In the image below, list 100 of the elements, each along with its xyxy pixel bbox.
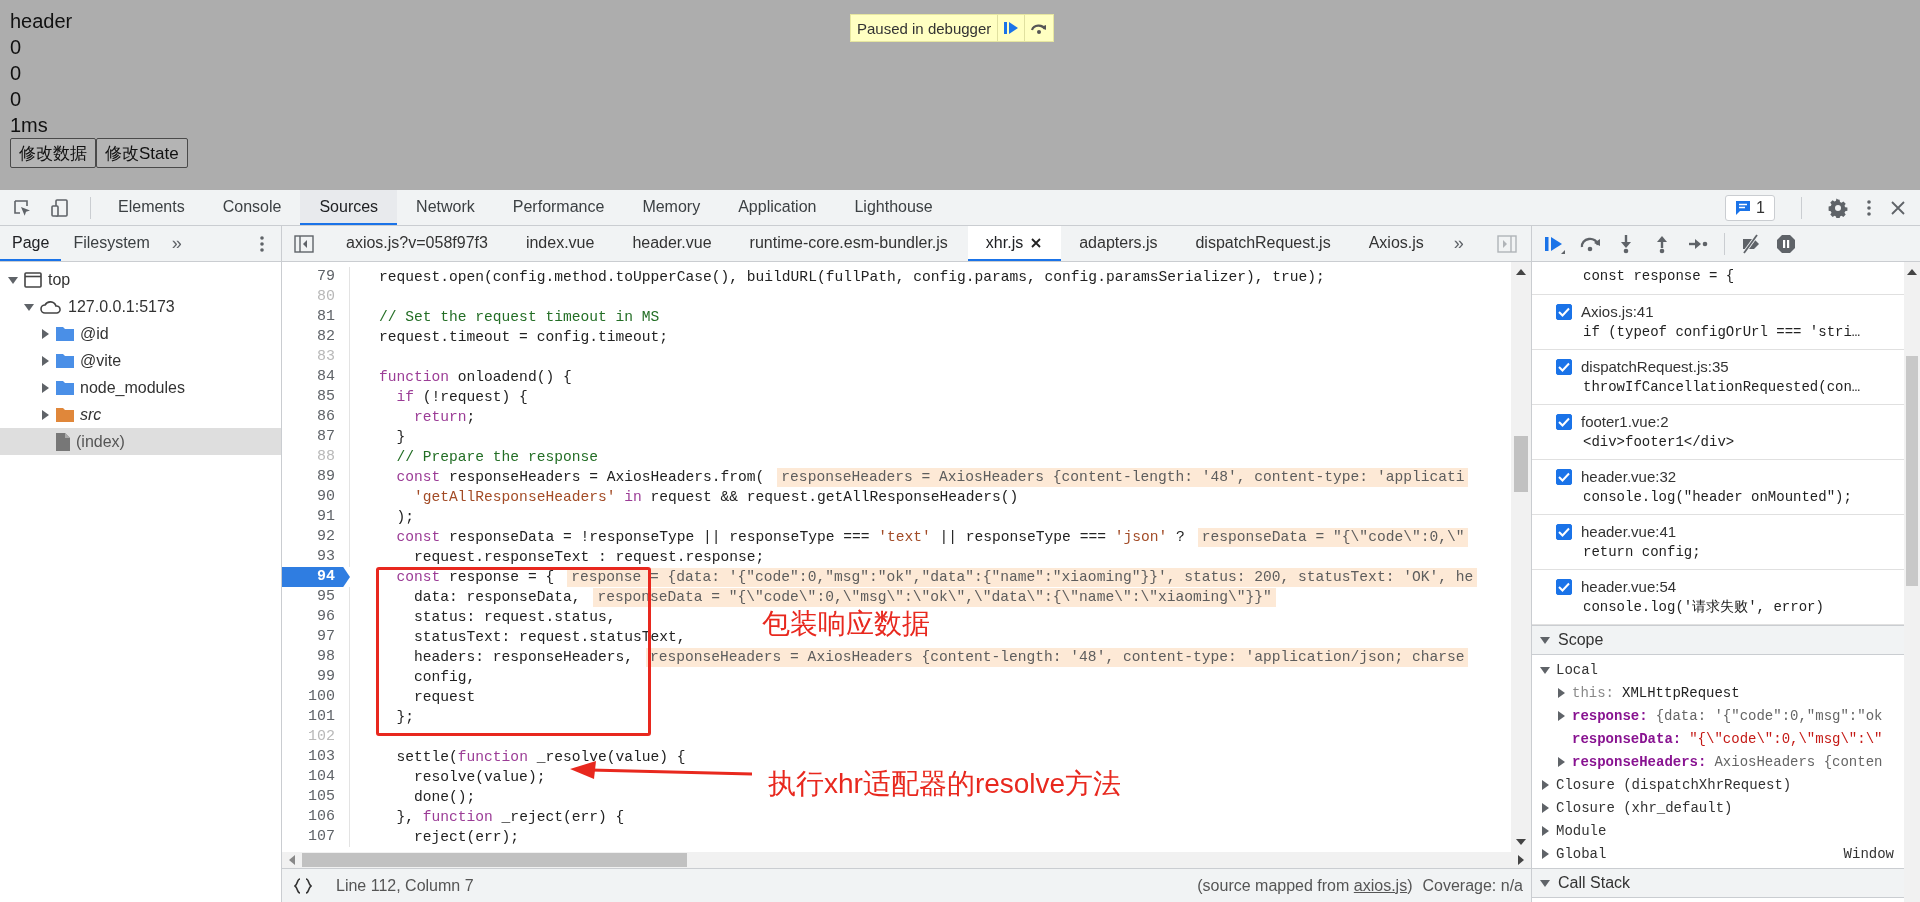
- collapsed-triangle-icon[interactable]: [1540, 848, 1550, 859]
- collapsed-triangle-icon[interactable]: [1556, 687, 1566, 698]
- close-icon[interactable]: [1031, 237, 1042, 248]
- file-tab[interactable]: dispatchRequest.js: [1177, 226, 1351, 261]
- tree-item[interactable]: @vite: [0, 347, 281, 374]
- window-icon: [24, 271, 42, 288]
- sidebar-toggle-icon[interactable]: [294, 234, 314, 253]
- panel-tab[interactable]: Console: [203, 190, 301, 225]
- code-line: request.open(config.method.toUpperCase(), buildURL(fullPath, config.params, config.paramsSerializer), true);: [379, 268, 1325, 287]
- tree-item[interactable]: (index): [0, 428, 281, 455]
- file-tab[interactable]: Axios.js: [1350, 226, 1444, 261]
- breakpoint-location[interactable]: Axios.js:41: [1581, 303, 1654, 320]
- scrollbar-thumb[interactable]: [1514, 436, 1528, 492]
- file-tab[interactable]: adapters.js: [1061, 226, 1178, 261]
- collapsed-triangle-icon[interactable]: [40, 355, 50, 366]
- file-tab[interactable]: header.vue: [614, 226, 732, 261]
- file-tab[interactable]: xhr.js: [967, 226, 1062, 261]
- scope-group[interactable]: Module: [1532, 819, 1904, 842]
- panel-tab[interactable]: Lighthouse: [835, 190, 952, 225]
- line-number: 80: [282, 287, 350, 307]
- page-button[interactable]: 修改State: [96, 138, 188, 168]
- tree-item[interactable]: top: [0, 266, 281, 293]
- vertical-scrollbar[interactable]: [1904, 262, 1920, 902]
- collapsed-triangle-icon[interactable]: [1556, 756, 1566, 767]
- debugger-toggle-icon[interactable]: [1497, 234, 1517, 253]
- scrollbar-thumb[interactable]: [1906, 356, 1918, 586]
- scope-variable[interactable]: responseHeaders: AxiosHeaders {conten: [1532, 750, 1904, 773]
- scope-variable[interactable]: this: XMLHttpRequest: [1532, 681, 1904, 704]
- annotation-text: 包装响应数据: [762, 607, 930, 641]
- inspect-element-icon[interactable]: [12, 197, 32, 218]
- breakpoint-location[interactable]: header.vue:32: [1581, 468, 1677, 485]
- tree-item[interactable]: src: [0, 401, 281, 428]
- collapsed-triangle-icon[interactable]: [1556, 710, 1566, 721]
- breakpoint-checkbox[interactable]: [1556, 413, 1572, 430]
- scroll-up-icon[interactable]: [1907, 268, 1917, 276]
- breakpoint-checkbox[interactable]: [1556, 523, 1572, 540]
- panel-tab[interactable]: Memory: [623, 190, 720, 225]
- vertical-scrollbar[interactable]: [1511, 262, 1531, 852]
- panel-tab[interactable]: Application: [719, 190, 836, 225]
- scope-variable[interactable]: response: {data: '{"code":0,"msg":"ok: [1532, 704, 1904, 727]
- file-tab[interactable]: runtime-core.esm-bundler.js: [731, 226, 968, 261]
- scope-group[interactable]: Closure (xhr_default): [1532, 796, 1904, 819]
- line-number: 103: [282, 747, 350, 767]
- expanded-triangle-icon[interactable]: [24, 301, 34, 312]
- navigator-tab[interactable]: Filesystem: [61, 226, 162, 261]
- breakpoint-location[interactable]: footer1.vue:2: [1581, 413, 1669, 430]
- file-tab[interactable]: index.vue: [507, 226, 615, 261]
- scope-group[interactable]: Global Window: [1532, 842, 1904, 865]
- scope-group[interactable]: Closure (dispatchXhrRequest): [1532, 773, 1904, 796]
- breakpoint-checkbox[interactable]: [1556, 358, 1572, 375]
- source-link[interactable]: axios.js: [1353, 876, 1408, 894]
- code-line: }, function _reject(err) {: [395, 808, 625, 827]
- scrollbar-thumb[interactable]: [302, 853, 687, 867]
- more-tabs-button[interactable]: »: [161, 233, 192, 254]
- collapsed-triangle-icon[interactable]: [1540, 825, 1550, 836]
- settings-icon[interactable]: [1828, 197, 1848, 218]
- breakpoint-location[interactable]: header.vue:54: [1581, 578, 1677, 595]
- section-header[interactable]: Call Stack: [1532, 868, 1904, 898]
- expanded-triangle-icon[interactable]: [1540, 878, 1550, 888]
- collapsed-triangle-icon[interactable]: [1540, 779, 1550, 790]
- tree-item[interactable]: node_modules: [0, 374, 281, 401]
- line-number: 106: [282, 807, 350, 827]
- panel-tab[interactable]: Performance: [493, 190, 624, 225]
- collapsed-triangle-icon[interactable]: [1540, 802, 1550, 813]
- horizontal-scrollbar[interactable]: [282, 852, 1531, 868]
- file-tab[interactable]: axios.js?v=058f97f3: [328, 226, 508, 261]
- code-line: settle(function _resolve(value) {: [395, 748, 686, 767]
- scroll-up-icon[interactable]: [1516, 268, 1526, 276]
- scope-group[interactable]: Local: [1532, 658, 1904, 681]
- expanded-triangle-icon[interactable]: [1540, 635, 1550, 645]
- panel-tab[interactable]: Elements: [99, 190, 204, 225]
- more-options-icon[interactable]: [1866, 198, 1872, 217]
- breakpoint-checkbox[interactable]: [1556, 303, 1572, 320]
- more-tabs-button[interactable]: »: [1443, 233, 1474, 254]
- breakpoint-checkbox[interactable]: [1556, 468, 1572, 485]
- breakpoint-checkbox[interactable]: [1556, 578, 1572, 595]
- tree-item[interactable]: 127.0.0.1:5173: [0, 293, 281, 320]
- code-line: };: [395, 708, 415, 727]
- panel-tab[interactable]: Network: [397, 190, 494, 225]
- code-line: data: responseData,: [413, 588, 581, 607]
- navigator-tab[interactable]: Page: [0, 226, 62, 261]
- scroll-right-icon[interactable]: [1517, 855, 1525, 865]
- expanded-triangle-icon[interactable]: [8, 274, 18, 285]
- section-header[interactable]: Scope: [1532, 625, 1904, 655]
- panel-tab[interactable]: Sources: [300, 190, 398, 225]
- line-number: 83: [282, 347, 350, 367]
- page-button[interactable]: 修改数据: [10, 138, 96, 168]
- scope-variable[interactable]: responseData: "{\"code\":0,\"msg\":\": [1532, 727, 1904, 750]
- scroll-down-icon[interactable]: [1516, 838, 1526, 846]
- more-options-icon[interactable]: [259, 234, 265, 253]
- issues-button[interactable]: 1: [1725, 194, 1775, 221]
- collapsed-triangle-icon[interactable]: [40, 382, 50, 393]
- tree-item[interactable]: @id: [0, 320, 281, 347]
- collapsed-triangle-icon[interactable]: [40, 409, 50, 420]
- expanded-triangle-icon[interactable]: [1540, 664, 1550, 675]
- breakpoint-location[interactable]: dispatchRequest.js:35: [1581, 358, 1729, 375]
- breakpoint-location[interactable]: header.vue:41: [1581, 523, 1677, 540]
- scroll-left-icon[interactable]: [288, 855, 296, 865]
- collapsed-triangle-icon[interactable]: [40, 328, 50, 339]
- device-toolbar-icon[interactable]: [50, 197, 70, 218]
